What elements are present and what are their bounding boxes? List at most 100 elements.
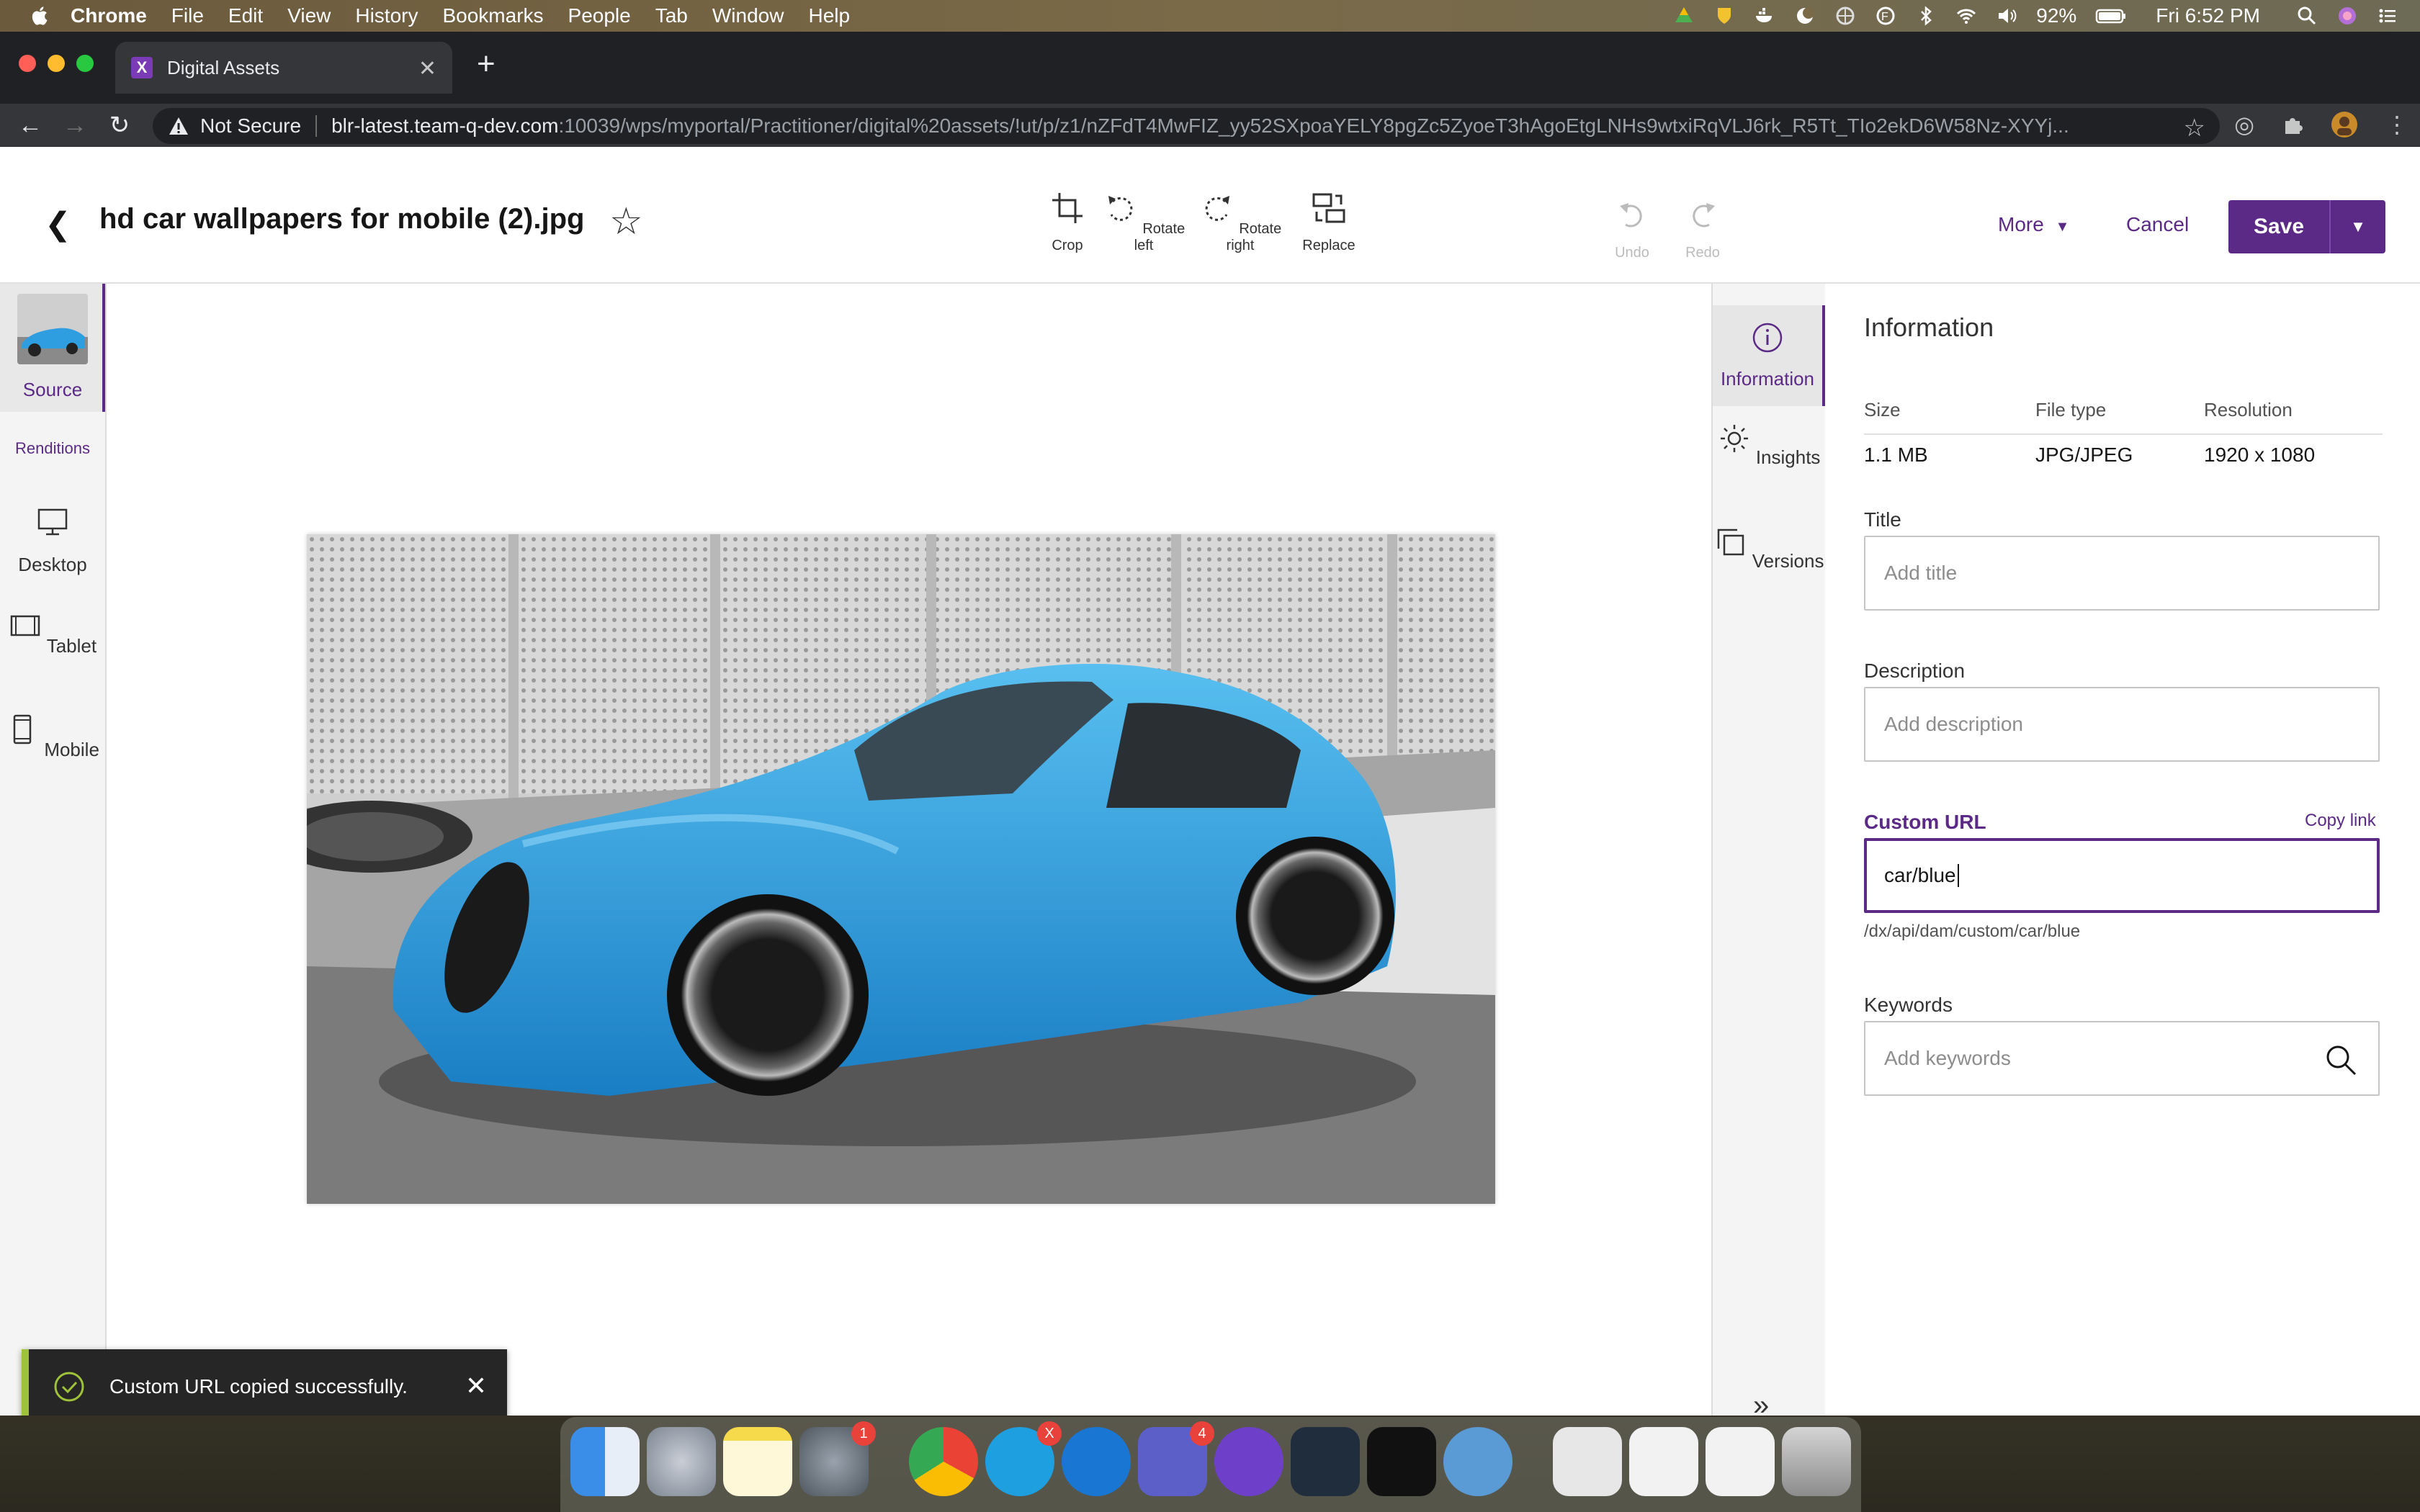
terminal-icon[interactable]	[1367, 1427, 1436, 1496]
menu-file[interactable]: File	[171, 4, 204, 27]
recent-window-3-icon[interactable]	[1706, 1427, 1775, 1496]
menu-tab[interactable]: Tab	[655, 4, 688, 27]
toast-message: Custom URL copied successfully.	[109, 1375, 408, 1398]
tab-title: Digital Assets	[167, 56, 280, 78]
redo-label: Redo	[1685, 245, 1720, 261]
toast-close-icon[interactable]: ✕	[465, 1371, 487, 1401]
menu-view[interactable]: View	[287, 4, 331, 27]
globe-icon[interactable]	[1834, 5, 1856, 27]
github-desktop-icon[interactable]	[1214, 1427, 1283, 1496]
wifi-icon[interactable]	[1955, 5, 1977, 27]
battery-icon[interactable]	[2095, 5, 2127, 27]
forward-arrow-icon[interactable]: →	[60, 111, 89, 140]
desktop-label: Desktop	[18, 554, 87, 575]
keywords-input[interactable]: Add keywords	[1864, 1021, 2380, 1096]
rotate-right-button[interactable]: Rotate right	[1196, 190, 1285, 254]
docker-icon[interactable]	[1754, 5, 1775, 27]
moon-icon[interactable]	[1794, 5, 1816, 27]
trash-icon[interactable]	[1782, 1427, 1851, 1496]
description-input[interactable]: Add description	[1864, 687, 2380, 762]
window-minimize-button[interactable]	[48, 55, 65, 72]
window-zoom-button[interactable]	[76, 55, 94, 72]
extension-target-icon[interactable]: ◎	[2234, 111, 2254, 138]
collapse-panel-chevrons-icon[interactable]: »	[1753, 1390, 1769, 1416]
warning-triangle-icon[interactable]	[169, 117, 189, 135]
vpn-icon[interactable]: F	[1875, 5, 1896, 27]
siri-icon[interactable]	[2336, 5, 2358, 27]
description-placeholder: Add description	[1884, 713, 2024, 735]
source-thumbnail	[17, 294, 88, 364]
security-label[interactable]: Not Secure	[200, 114, 301, 138]
menu-help[interactable]: Help	[808, 4, 850, 27]
rendition-tablet[interactable]: Tablet	[0, 609, 105, 657]
menu-history[interactable]: History	[355, 4, 418, 27]
menu-window[interactable]: Window	[712, 4, 784, 27]
address-bar[interactable]: Not Secure blr-latest.team-q-dev.com :10…	[153, 108, 2220, 144]
menu-app-name[interactable]: Chrome	[71, 4, 147, 27]
favorite-star-icon[interactable]: ☆	[609, 200, 643, 243]
editor-header: ❮ hd car wallpapers for mobile (2).jpg ☆…	[0, 147, 2420, 284]
notes-icon[interactable]	[723, 1427, 792, 1496]
source-label: Source	[22, 379, 83, 400]
rendition-mobile[interactable]: Mobile	[0, 713, 105, 761]
replace-button[interactable]: Replace	[1296, 190, 1361, 254]
tab-close-icon[interactable]: ✕	[418, 56, 436, 81]
caret-down-icon: ▼	[2055, 219, 2070, 235]
crop-button[interactable]: Crop	[1046, 190, 1089, 254]
undo-button[interactable]: Undo	[1610, 197, 1654, 261]
bookmark-star-icon[interactable]: ☆	[2184, 114, 2205, 143]
save-button[interactable]: Save	[2228, 200, 2331, 253]
vscode-icon[interactable]	[1291, 1427, 1360, 1496]
asset-image[interactable]	[307, 534, 1495, 1204]
teams-icon[interactable]: 4	[1138, 1421, 1214, 1496]
cancel-button[interactable]: Cancel	[2126, 213, 2189, 236]
rendition-desktop[interactable]: Desktop	[0, 505, 105, 576]
finder-icon[interactable]	[570, 1427, 640, 1496]
window-close-button[interactable]	[19, 55, 36, 72]
skype-icon[interactable]: X	[985, 1421, 1062, 1496]
tab-insights[interactable]: Insights	[1713, 422, 1825, 469]
recent-window-1-icon[interactable]	[1553, 1427, 1622, 1496]
keywords-search-icon[interactable]	[2323, 1043, 2358, 1077]
source-rendition[interactable]: Source	[0, 284, 105, 412]
extensions-puzzle-icon[interactable]	[2282, 114, 2303, 135]
spotlight-search-icon[interactable]	[2296, 5, 2318, 27]
tab-information[interactable]: Information	[1713, 305, 1825, 406]
system-preferences-icon[interactable]: 1	[799, 1421, 876, 1496]
vpn-app-icon[interactable]	[1062, 1427, 1131, 1496]
back-arrow-icon[interactable]: ←	[16, 111, 45, 140]
file-type-value: JPG/JPEG	[2035, 444, 2133, 466]
back-chevron-icon[interactable]: ❮	[45, 206, 71, 243]
tableplus-icon[interactable]	[1443, 1427, 1512, 1496]
custom-url-input[interactable]: car/blue	[1864, 838, 2380, 913]
copy-link-button[interactable]: Copy link	[2305, 811, 2376, 831]
norton-shield-icon[interactable]	[1713, 5, 1735, 27]
bluetooth-icon[interactable]	[1915, 5, 1937, 27]
menu-clock[interactable]: Fri 6:52 PM	[2156, 4, 2260, 27]
apple-logo-icon[interactable]	[29, 5, 49, 27]
crop-icon	[1052, 193, 1083, 223]
menu-people[interactable]: People	[568, 4, 631, 27]
tab-versions[interactable]: Versions	[1713, 526, 1825, 572]
information-panel: Information Size File type Resolution 1.…	[1825, 284, 2420, 1416]
redo-button[interactable]: Redo	[1681, 197, 1724, 261]
browser-tab-digital-assets[interactable]: X Digital Assets ✕	[115, 42, 452, 94]
title-input[interactable]: Add title	[1864, 536, 2380, 611]
profile-avatar[interactable]	[2331, 111, 2358, 138]
macos-dock: 1 X 4	[560, 1417, 1861, 1512]
more-menu-button[interactable]: More ▼	[1998, 213, 2069, 236]
recent-window-2-icon[interactable]	[1629, 1427, 1698, 1496]
favicon-icon: X	[131, 57, 153, 78]
menu-edit[interactable]: Edit	[228, 4, 263, 27]
chrome-icon[interactable]	[909, 1427, 978, 1496]
rotate-left-button[interactable]: Rotate left	[1101, 190, 1187, 254]
chrome-menu-icon[interactable]: ⋮	[2385, 111, 2408, 138]
drive-icon[interactable]	[1673, 5, 1695, 27]
notification-center-icon[interactable]	[2377, 5, 2398, 27]
new-tab-button[interactable]: +	[477, 46, 496, 82]
reload-icon[interactable]: ↻	[105, 111, 134, 140]
save-dropdown-chevron-icon[interactable]: ▼	[2331, 200, 2385, 253]
menu-bookmarks[interactable]: Bookmarks	[442, 4, 543, 27]
volume-icon[interactable]	[1996, 5, 2017, 27]
launchpad-icon[interactable]	[647, 1427, 716, 1496]
